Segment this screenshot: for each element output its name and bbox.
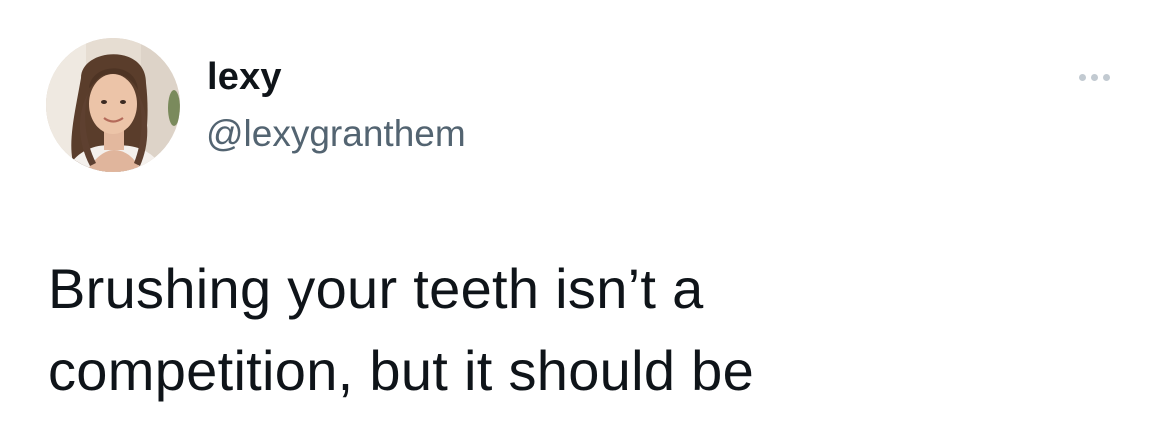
avatar[interactable] bbox=[46, 38, 180, 172]
more-horizontal-icon bbox=[1078, 73, 1086, 81]
tweet-text: Brushing your teeth isn’t a competition,… bbox=[48, 257, 755, 402]
avatar-photo bbox=[46, 38, 180, 172]
author-handle[interactable]: @lexygranthem bbox=[206, 113, 466, 155]
more-horizontal-icon-dot bbox=[1102, 73, 1110, 81]
more-horizontal-icon-dot bbox=[1090, 73, 1098, 81]
tweet-card: lexy @lexygranthem Brushing your teeth i… bbox=[0, 0, 1170, 439]
author-display-name[interactable]: lexy bbox=[207, 56, 282, 99]
more-options-button[interactable] bbox=[1070, 62, 1118, 92]
